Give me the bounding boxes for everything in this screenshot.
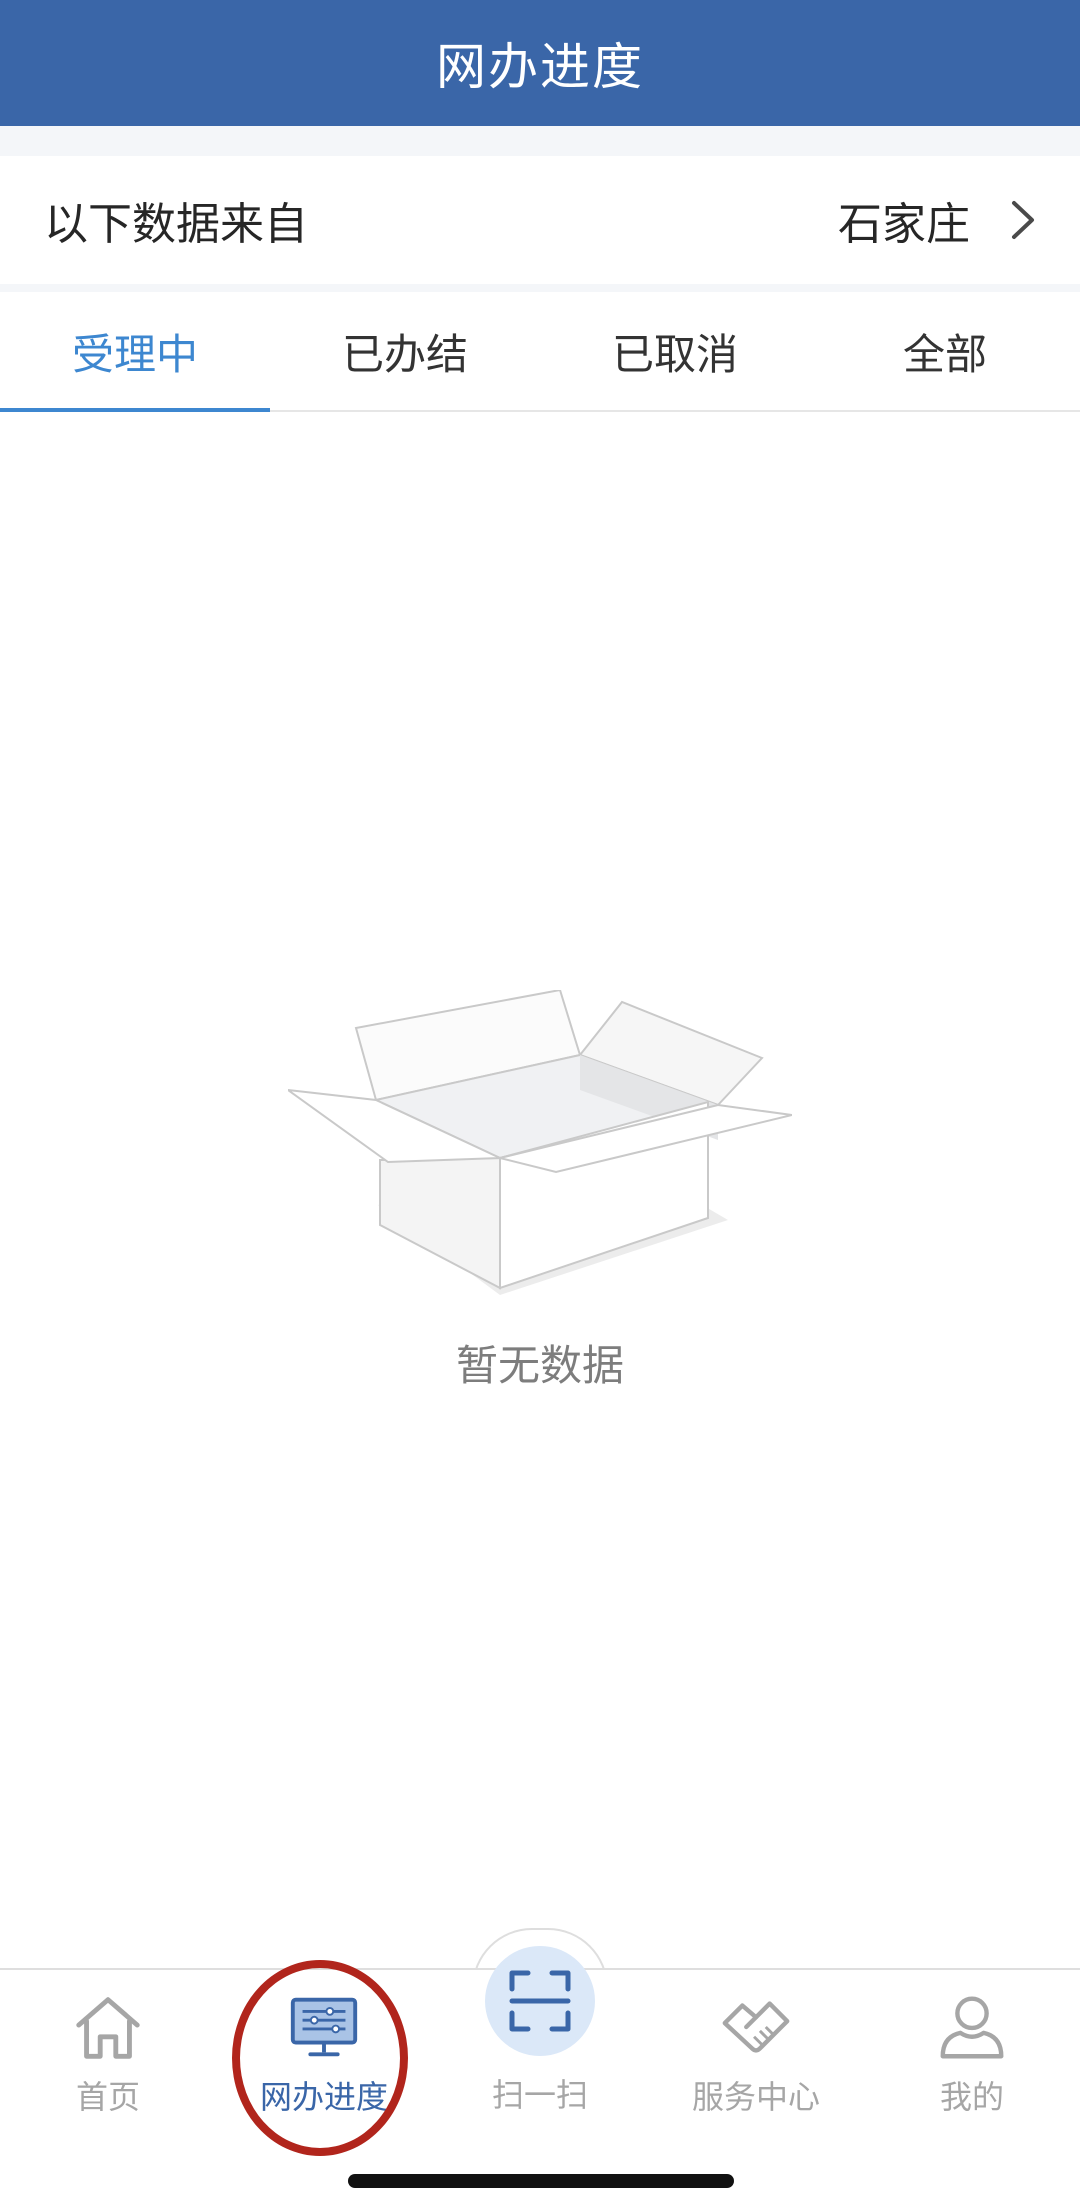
tab-label: 已取消: [611, 329, 738, 379]
data-source-value[interactable]: 石家庄: [838, 188, 1036, 252]
app-screen: 网办进度 以下数据来自 石家庄 受理中 已办结 已取消 全部 暂无数据 首页 网…: [0, 0, 1080, 2212]
chevron-right-icon: [1012, 201, 1034, 239]
nav-label: 我的: [939, 2078, 1004, 2116]
tab-label: 受理中: [71, 329, 198, 379]
nav-scan-label[interactable]: 扫一扫: [432, 2070, 648, 2116]
nav-label: 网办进度: [259, 2078, 388, 2116]
tab-processing[interactable]: 受理中: [0, 292, 270, 412]
data-source-selector[interactable]: 以下数据来自 石家庄: [0, 156, 1080, 284]
empty-box-icon: [288, 990, 792, 1295]
top-header: 网办进度: [0, 0, 1080, 126]
scan-icon: [509, 1970, 571, 2032]
empty-state-text: 暂无数据: [455, 1341, 624, 1390]
page-title: 网办进度: [436, 38, 644, 96]
user-icon: [940, 1996, 1004, 2059]
handshake-icon: [722, 2001, 790, 2053]
tab-all[interactable]: 全部: [810, 292, 1080, 410]
nav-label: 服务中心: [691, 2078, 820, 2116]
nav-mine[interactable]: 我的: [864, 1988, 1080, 2118]
nav-label: 首页: [75, 2078, 140, 2116]
empty-state: 暂无数据: [0, 990, 1080, 1410]
section-divider: [0, 284, 1080, 292]
nav-home[interactable]: 首页: [0, 1988, 216, 2118]
nav-scan[interactable]: [485, 1946, 595, 2056]
monitor-progress-icon: [290, 1997, 358, 2057]
nav-online-progress[interactable]: 网办进度: [216, 1988, 432, 2118]
home-icon: [76, 1997, 140, 2059]
home-indicator[interactable]: [348, 2174, 734, 2188]
tab-cancelled[interactable]: 已取消: [540, 292, 810, 410]
tab-label: 已办结: [341, 329, 468, 379]
tab-label: 全部: [902, 329, 987, 379]
data-source-label: 以下数据来自: [44, 199, 308, 250]
nav-service-center[interactable]: 服务中心: [648, 1988, 864, 2118]
header-divider: [0, 126, 1080, 156]
city-name: 石家庄: [838, 199, 970, 250]
status-tabs: 受理中 已办结 已取消 全部: [0, 292, 1080, 412]
tab-completed[interactable]: 已办结: [270, 292, 540, 410]
